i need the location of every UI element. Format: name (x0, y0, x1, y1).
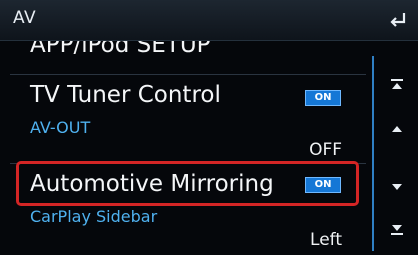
on-badge: ON (305, 90, 341, 106)
list-item-tv-tuner-control[interactable]: TV Tuner Control ON (0, 75, 368, 115)
title-bar: AV (0, 0, 418, 41)
scroll-top-icon (391, 79, 403, 89)
back-button[interactable] (378, 0, 418, 40)
item-label: CarPlay Sidebar (30, 207, 158, 226)
scroll-down-icon (392, 184, 402, 190)
item-value: Left (310, 230, 342, 250)
item-label: AV-OUT (30, 118, 91, 137)
page-title: AV (13, 8, 37, 28)
av-settings-screen: AV APP/iPod SETUP TV Tuner Control ON AV… (0, 0, 418, 255)
scroll-top-button[interactable] (376, 66, 418, 106)
item-label: APP/iPod SETUP (30, 41, 211, 58)
item-label: TV Tuner Control (30, 82, 221, 108)
selection-highlight (16, 161, 359, 206)
scroll-bottom-button[interactable] (376, 212, 418, 252)
scrollbar-track[interactable] (372, 56, 374, 251)
scroll-up-icon (392, 126, 402, 132)
scroll-up-button[interactable] (376, 110, 418, 150)
back-return-icon (390, 13, 406, 27)
list-item-av-out[interactable]: AV-OUT OFF (0, 116, 368, 162)
scroll-bottom-icon (391, 225, 403, 235)
list-item-app-ipod-setup[interactable]: APP/iPod SETUP (0, 41, 368, 73)
item-value: OFF (309, 140, 342, 160)
list-item-carplay-sidebar[interactable]: CarPlay Sidebar Left (0, 207, 368, 255)
scroll-down-button[interactable] (376, 168, 418, 208)
settings-list: APP/iPod SETUP TV Tuner Control ON AV-OU… (0, 41, 368, 255)
